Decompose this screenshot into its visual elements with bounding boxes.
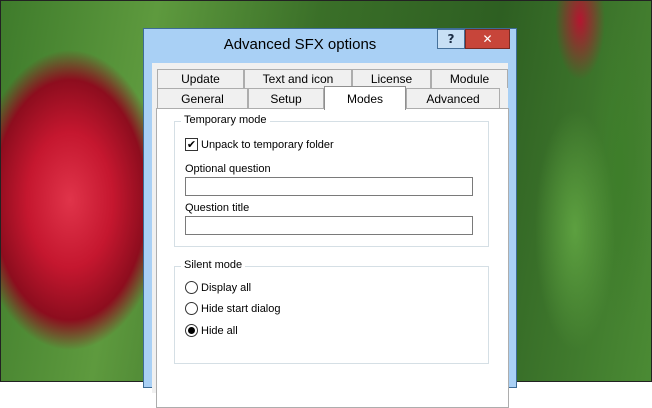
advanced-sfx-options-dialog: Advanced SFX options ? ✕ Update Text and…: [143, 28, 517, 408]
radio-display-all[interactable]: Display all: [185, 281, 251, 294]
silent-mode-legend: Silent mode: [181, 259, 246, 271]
tab-label: Update: [181, 72, 220, 86]
temporary-mode-legend: Temporary mode: [181, 114, 270, 126]
radio-label: Hide start dialog: [201, 302, 281, 315]
modes-tab-panel: Temporary mode ✔ Unpack to temporary fol…: [156, 108, 509, 408]
checkbox-box[interactable]: ✔: [185, 138, 198, 151]
radio-hide-all[interactable]: Hide all: [185, 324, 238, 337]
optional-question-input[interactable]: [185, 177, 473, 196]
tab-label: Module: [449, 72, 490, 86]
help-button[interactable]: ?: [437, 29, 465, 49]
tab-label: Advanced: [426, 92, 480, 106]
help-icon: ?: [447, 32, 455, 46]
tab-label: License: [370, 72, 413, 86]
tab-general[interactable]: General: [157, 88, 248, 109]
window-title: Advanced SFX options: [223, 36, 377, 53]
tab-module[interactable]: Module: [431, 69, 508, 88]
dialog-client-area: Update Text and icon License Module Gene…: [152, 63, 509, 408]
close-button[interactable]: ✕: [465, 29, 510, 49]
question-title-label: Question title: [185, 202, 250, 214]
unpack-to-temporary-folder-checkbox[interactable]: ✔ Unpack to temporary folder: [185, 138, 334, 151]
optional-question-label: Optional question: [185, 163, 271, 175]
radio-circle[interactable]: [185, 302, 198, 315]
unpack-label: Unpack to temporary folder: [201, 138, 334, 151]
tab-label: General: [181, 92, 224, 106]
radio-selected-dot: [188, 327, 195, 334]
tab-label: Setup: [270, 92, 302, 106]
checkmark-icon: ✔: [186, 138, 197, 151]
tab-setup[interactable]: Setup: [248, 88, 324, 109]
temporary-mode-group: Temporary mode ✔ Unpack to temporary fol…: [174, 114, 489, 247]
question-title-input[interactable]: [185, 216, 473, 235]
radio-circle[interactable]: [185, 281, 198, 294]
tab-advanced[interactable]: Advanced: [406, 88, 500, 109]
tab-modes[interactable]: Modes: [324, 86, 406, 110]
tab-label: Text and icon: [262, 72, 334, 86]
tab-update[interactable]: Update: [157, 69, 244, 88]
close-icon: ✕: [482, 32, 493, 46]
title-bar[interactable]: Advanced SFX options ? ✕: [144, 29, 516, 62]
tab-label: Modes: [346, 91, 384, 106]
silent-mode-group: Silent mode Display all Hide start dialo…: [174, 259, 489, 364]
radio-label: Display all: [201, 281, 252, 294]
radio-hide-start-dialog[interactable]: Hide start dialog: [185, 302, 281, 315]
radio-label: Hide all: [201, 324, 238, 337]
radio-circle[interactable]: [185, 324, 198, 337]
